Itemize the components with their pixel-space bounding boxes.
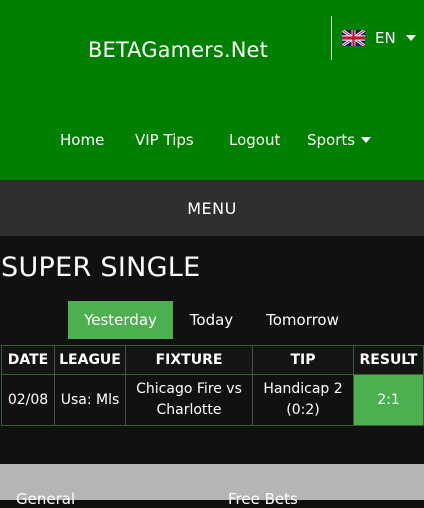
- nav-vip-tips[interactable]: VIP Tips: [135, 128, 194, 152]
- main-nav: Home VIP Tips Logout Sports: [0, 128, 424, 152]
- table-row: 02/08 Usa: Mls Chicago Fire vs Charlotte…: [1, 374, 424, 426]
- column-header-fixture: FIXTURE: [125, 345, 253, 375]
- footer-link-general[interactable]: General: [16, 490, 75, 508]
- column-header-league: LEAGUE: [54, 345, 126, 375]
- nav-sports-label: Sports: [307, 131, 356, 149]
- chevron-down-icon: [405, 35, 416, 41]
- cell-tip: Handicap 2 (0:2): [252, 374, 354, 426]
- footer-link-free-bets[interactable]: Free Bets: [228, 490, 298, 508]
- day-tabs: Yesterday Today Tomorrow: [0, 301, 424, 339]
- site-header: BETAGamers.Net EN Home VIP Tips Logout S…: [0, 0, 424, 180]
- cell-result: 2:1: [353, 374, 424, 426]
- language-code: EN: [375, 29, 396, 47]
- tab-yesterday[interactable]: Yesterday: [68, 301, 173, 339]
- site-logo-link[interactable]: BETAGamers.Net: [88, 38, 268, 62]
- tips-table: DATE LEAGUE FIXTURE TIP RESULT 02/08 Usa…: [1, 345, 424, 426]
- uk-flag-icon: [342, 30, 365, 46]
- tab-tomorrow[interactable]: Tomorrow: [250, 301, 355, 339]
- menu-label: MENU: [187, 198, 237, 218]
- column-header-tip: TIP: [252, 345, 354, 375]
- menu-toggle[interactable]: MENU: [0, 180, 424, 236]
- chevron-down-icon: [361, 137, 372, 143]
- cell-league: Usa: Mls: [54, 374, 126, 426]
- nav-logout[interactable]: Logout: [229, 128, 280, 152]
- cell-date: 02/08: [1, 374, 55, 426]
- divider: [331, 16, 332, 60]
- footer-bar: General Free Bets: [0, 464, 424, 508]
- language-selector[interactable]: EN: [342, 28, 416, 48]
- tab-today[interactable]: Today: [173, 301, 250, 339]
- page-title: SUPER SINGLE: [1, 252, 201, 283]
- column-header-result: RESULT: [353, 345, 424, 375]
- nav-sports[interactable]: Sports: [307, 128, 372, 152]
- table-header-row: DATE LEAGUE FIXTURE TIP RESULT: [1, 345, 424, 375]
- cell-fixture: Chicago Fire vs Charlotte: [125, 374, 253, 426]
- nav-home[interactable]: Home: [60, 128, 104, 152]
- column-header-date: DATE: [1, 345, 55, 375]
